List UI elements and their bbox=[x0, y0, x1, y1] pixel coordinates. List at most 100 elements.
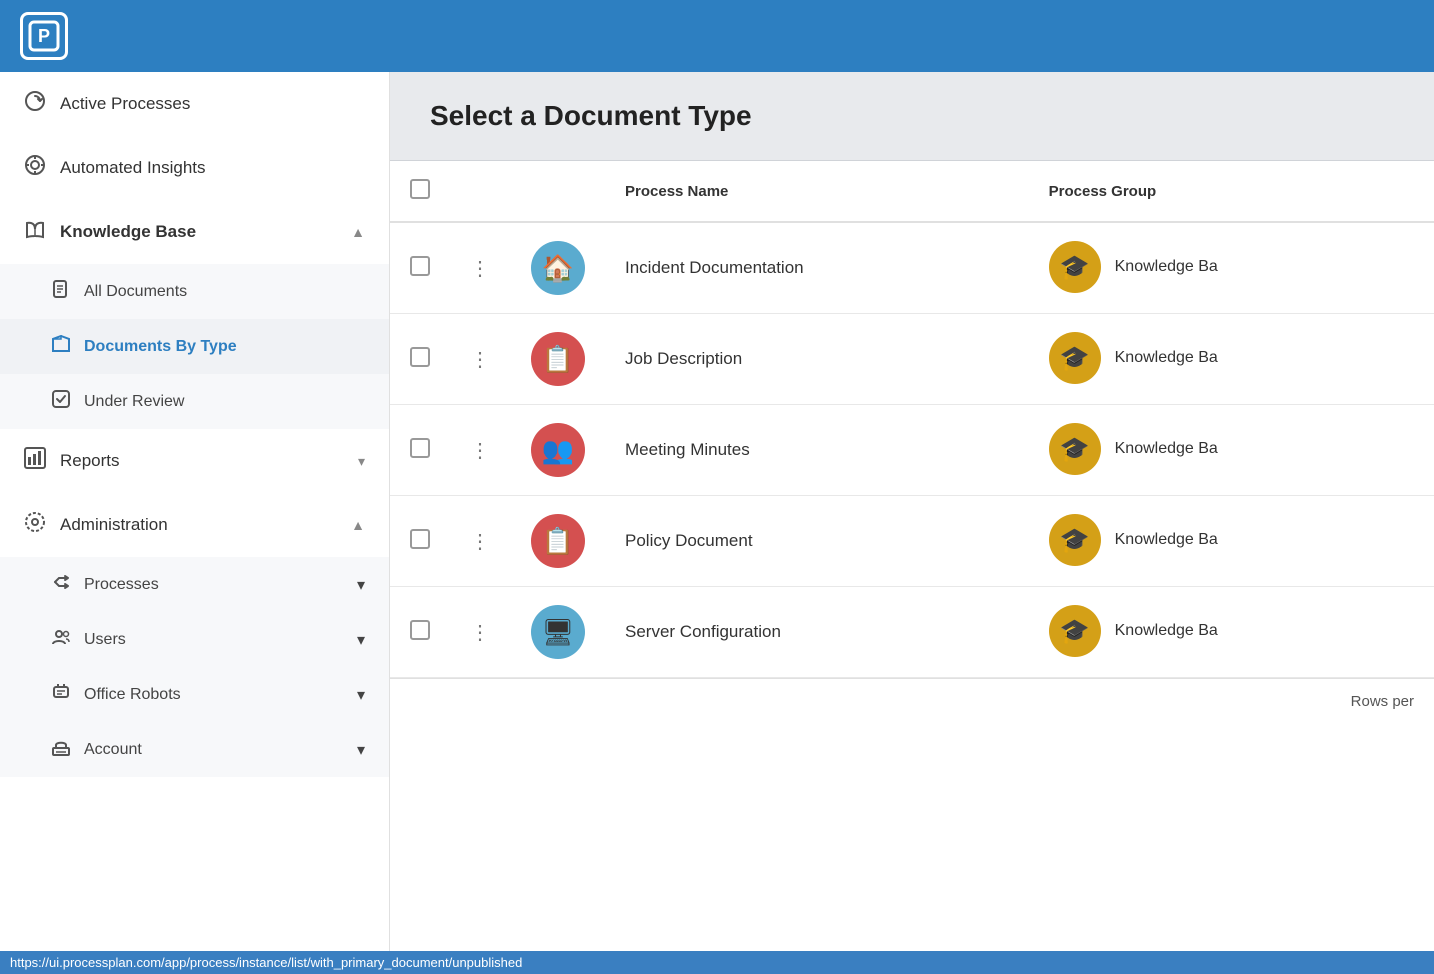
active-processes-icon bbox=[24, 90, 46, 118]
sidebar-sub-item-account[interactable]: Account ▾ bbox=[0, 722, 389, 777]
row-process-icon-cell: 📋 bbox=[511, 496, 605, 587]
automated-insights-icon bbox=[24, 154, 46, 182]
col-checkbox bbox=[390, 161, 450, 222]
row-actions-cell: ⋮ bbox=[450, 314, 511, 405]
account-label: Account bbox=[84, 741, 343, 759]
row-actions-button[interactable]: ⋮ bbox=[470, 258, 491, 280]
app-logo[interactable]: P bbox=[20, 12, 68, 60]
sidebar-item-active-processes[interactable]: Active Processes bbox=[0, 72, 389, 136]
row-group-label: Knowledge Ba bbox=[1115, 349, 1218, 367]
row-actions-button[interactable]: ⋮ bbox=[470, 531, 491, 553]
status-bar: https://ui.processplan.com/app/process/i… bbox=[0, 951, 1434, 974]
col-actions bbox=[450, 161, 511, 222]
table-row: ⋮ 🏠 Incident Documentation 🎓 Knowledge B… bbox=[390, 222, 1434, 314]
sidebar-sub-item-all-documents[interactable]: All Documents bbox=[0, 264, 389, 319]
sidebar-item-label: Automated Insights bbox=[60, 158, 365, 178]
account-chevron: ▾ bbox=[357, 740, 365, 760]
row-actions-cell: ⋮ bbox=[450, 496, 511, 587]
row-checkbox-cell bbox=[390, 496, 450, 587]
row-actions-cell: ⋮ bbox=[450, 222, 511, 314]
administration-submenu: Processes ▾ Users ▾ Office Robots ▾ bbox=[0, 557, 389, 777]
office-robots-label: Office Robots bbox=[84, 686, 343, 704]
row-process-name: Job Description bbox=[605, 314, 1029, 405]
main-content: Select a Document Type Process Name Proc… bbox=[390, 72, 1434, 951]
users-label: Users bbox=[84, 631, 343, 649]
row-process-icon-cell: 🏠 bbox=[511, 222, 605, 314]
row-process-icon-cell: 👥 bbox=[511, 405, 605, 496]
all-documents-icon bbox=[52, 280, 70, 303]
sidebar-item-label: Knowledge Base bbox=[60, 222, 337, 242]
row-actions-button[interactable]: ⋮ bbox=[470, 622, 491, 644]
users-icon bbox=[52, 628, 70, 651]
office-robots-chevron: ▾ bbox=[357, 685, 365, 705]
row-group-label: Knowledge Ba bbox=[1115, 531, 1218, 549]
row-actions-cell: ⋮ bbox=[450, 587, 511, 678]
administration-chevron: ▲ bbox=[351, 517, 365, 533]
row-checkbox-cell bbox=[390, 222, 450, 314]
account-icon bbox=[52, 738, 70, 761]
row-process-name: Incident Documentation bbox=[605, 222, 1029, 314]
sidebar-item-label: Administration bbox=[60, 515, 337, 535]
processes-chevron: ▾ bbox=[357, 575, 365, 595]
page-title: Select a Document Type bbox=[430, 100, 1394, 132]
row-checkbox-cell bbox=[390, 587, 450, 678]
row-process-name: Server Configuration bbox=[605, 587, 1029, 678]
documents-by-type-label: Documents By Type bbox=[84, 338, 237, 356]
row-actions-button[interactable]: ⋮ bbox=[470, 440, 491, 462]
sidebar-item-label: Reports bbox=[60, 451, 344, 471]
knowledge-base-icon bbox=[24, 218, 46, 246]
administration-icon bbox=[24, 511, 46, 539]
knowledge-base-chevron: ▲ bbox=[351, 224, 365, 240]
document-type-table: Process Name Process Group ⋮ 🏠 Incident … bbox=[390, 161, 1434, 678]
row-checkbox[interactable] bbox=[410, 347, 430, 367]
main-layout: Active Processes Automated Insights Know… bbox=[0, 72, 1434, 951]
sidebar-item-reports[interactable]: Reports ▾ bbox=[0, 429, 389, 493]
table-row: ⋮ 🖥 Server Configuration 🎓 Knowledge Ba bbox=[390, 587, 1434, 678]
all-documents-label: All Documents bbox=[84, 283, 187, 301]
sidebar-sub-item-documents-by-type[interactable]: Documents By Type bbox=[0, 319, 389, 374]
row-group-cell: 🎓 Knowledge Ba bbox=[1029, 587, 1434, 675]
row-checkbox[interactable] bbox=[410, 438, 430, 458]
row-group-cell: 🎓 Knowledge Ba bbox=[1029, 496, 1434, 584]
row-checkbox[interactable] bbox=[410, 620, 430, 640]
app-header: P bbox=[0, 0, 1434, 72]
sidebar-sub-item-processes[interactable]: Processes ▾ bbox=[0, 557, 389, 612]
document-type-table-container: Process Name Process Group ⋮ 🏠 Incident … bbox=[390, 161, 1434, 951]
sidebar-item-automated-insights[interactable]: Automated Insights bbox=[0, 136, 389, 200]
row-group-cell: 🎓 Knowledge Ba bbox=[1029, 405, 1434, 493]
sidebar-sub-item-office-robots[interactable]: Office Robots ▾ bbox=[0, 667, 389, 722]
svg-text:P: P bbox=[38, 26, 50, 46]
row-actions-cell: ⋮ bbox=[450, 405, 511, 496]
rows-per-label: Rows per bbox=[1351, 693, 1414, 710]
sidebar-item-administration[interactable]: Administration ▲ bbox=[0, 493, 389, 557]
row-group-label: Knowledge Ba bbox=[1115, 258, 1218, 276]
table-row: ⋮ 📋 Policy Document 🎓 Knowledge Ba bbox=[390, 496, 1434, 587]
sidebar-sub-item-users[interactable]: Users ▾ bbox=[0, 612, 389, 667]
col-process-group: Process Group bbox=[1029, 161, 1434, 222]
under-review-icon bbox=[52, 390, 70, 413]
row-process-name: Meeting Minutes bbox=[605, 405, 1029, 496]
select-all-checkbox[interactable] bbox=[410, 179, 430, 199]
office-robots-icon bbox=[52, 683, 70, 706]
documents-by-type-icon bbox=[52, 335, 70, 358]
row-checkbox[interactable] bbox=[410, 256, 430, 276]
status-url: https://ui.processplan.com/app/process/i… bbox=[10, 955, 522, 970]
users-chevron: ▾ bbox=[357, 630, 365, 650]
row-process-icon-cell: 📋 bbox=[511, 314, 605, 405]
reports-chevron: ▾ bbox=[358, 453, 365, 470]
row-group-label: Knowledge Ba bbox=[1115, 440, 1218, 458]
col-icon bbox=[511, 161, 605, 222]
sidebar: Active Processes Automated Insights Know… bbox=[0, 72, 390, 951]
table-row: ⋮ 📋 Job Description 🎓 Knowledge Ba bbox=[390, 314, 1434, 405]
table-footer: Rows per bbox=[390, 678, 1434, 724]
sidebar-item-knowledge-base[interactable]: Knowledge Base ▲ bbox=[0, 200, 389, 264]
row-actions-button[interactable]: ⋮ bbox=[470, 349, 491, 371]
sidebar-sub-item-under-review[interactable]: Under Review bbox=[0, 374, 389, 429]
row-checkbox-cell bbox=[390, 405, 450, 496]
under-review-label: Under Review bbox=[84, 393, 184, 411]
col-process-name: Process Name bbox=[605, 161, 1029, 222]
row-checkbox[interactable] bbox=[410, 529, 430, 549]
page-header: Select a Document Type bbox=[390, 72, 1434, 161]
row-process-icon-cell: 🖥 bbox=[511, 587, 605, 678]
table-row: ⋮ 👥 Meeting Minutes 🎓 Knowledge Ba bbox=[390, 405, 1434, 496]
